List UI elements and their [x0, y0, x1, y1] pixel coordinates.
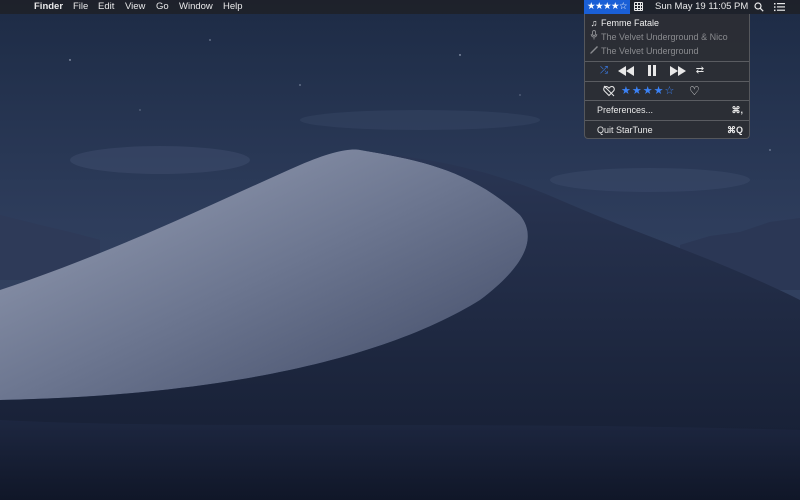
next-icon[interactable]: [669, 63, 687, 79]
microphone-icon: [589, 30, 599, 44]
album-row: The Velvet Underground: [585, 44, 749, 58]
artist-row: The Velvet Underground & Nico: [585, 30, 749, 44]
menu-divider: [585, 61, 749, 62]
previous-icon[interactable]: [617, 63, 635, 79]
menu-help[interactable]: Help: [223, 0, 243, 14]
menu-bar: Finder File Edit View Go Window Help ★★★…: [0, 0, 800, 14]
artist-name: The Velvet Underground & Nico: [601, 32, 728, 42]
menu-divider: [585, 100, 749, 101]
startune-menu: ♫ Femme Fatale The Velvet Underground & …: [584, 14, 750, 139]
startune-status-item[interactable]: ★★★★☆: [584, 0, 630, 14]
search-icon[interactable]: [754, 2, 764, 12]
music-note-icon: ♫: [590, 18, 598, 28]
menu-view[interactable]: View: [125, 0, 145, 14]
grid-icon[interactable]: [634, 2, 643, 11]
playback-controls: ⤮ ⇄: [585, 63, 749, 79]
dislike-heart-icon[interactable]: [603, 85, 615, 97]
menu-edit[interactable]: Edit: [98, 0, 114, 14]
quit-label: Quit StarTune: [597, 125, 653, 135]
menu-window[interactable]: Window: [179, 0, 213, 14]
rating-row: ★★★★☆ ♡: [585, 83, 749, 99]
track-title: Femme Fatale: [601, 18, 660, 28]
list-icon[interactable]: [774, 2, 785, 12]
shuffle-icon[interactable]: ⤮: [597, 63, 611, 79]
album-name: The Velvet Underground: [601, 46, 699, 56]
preferences-shortcut: ⌘,: [731, 105, 743, 115]
preferences-menu-item[interactable]: Preferences... ⌘,: [585, 103, 749, 117]
pause-icon[interactable]: [643, 63, 661, 79]
repeat-icon[interactable]: ⇄: [693, 63, 707, 79]
star-rating[interactable]: ★★★★☆: [621, 83, 675, 99]
menu-go[interactable]: Go: [156, 0, 169, 14]
preferences-label: Preferences...: [597, 105, 654, 115]
menu-divider: [585, 120, 749, 121]
menu-finder[interactable]: Finder: [34, 0, 63, 14]
menubar-clock[interactable]: Sun May 19 11:05 PM: [655, 0, 748, 14]
menu-file[interactable]: File: [73, 0, 88, 14]
quit-shortcut: ⌘Q: [726, 125, 743, 135]
quit-menu-item[interactable]: Quit StarTune ⌘Q: [585, 123, 749, 137]
album-pen-icon: [589, 44, 599, 58]
menu-divider: [585, 81, 749, 82]
track-row[interactable]: ♫ Femme Fatale: [585, 16, 749, 30]
heart-icon[interactable]: ♡: [689, 84, 701, 98]
